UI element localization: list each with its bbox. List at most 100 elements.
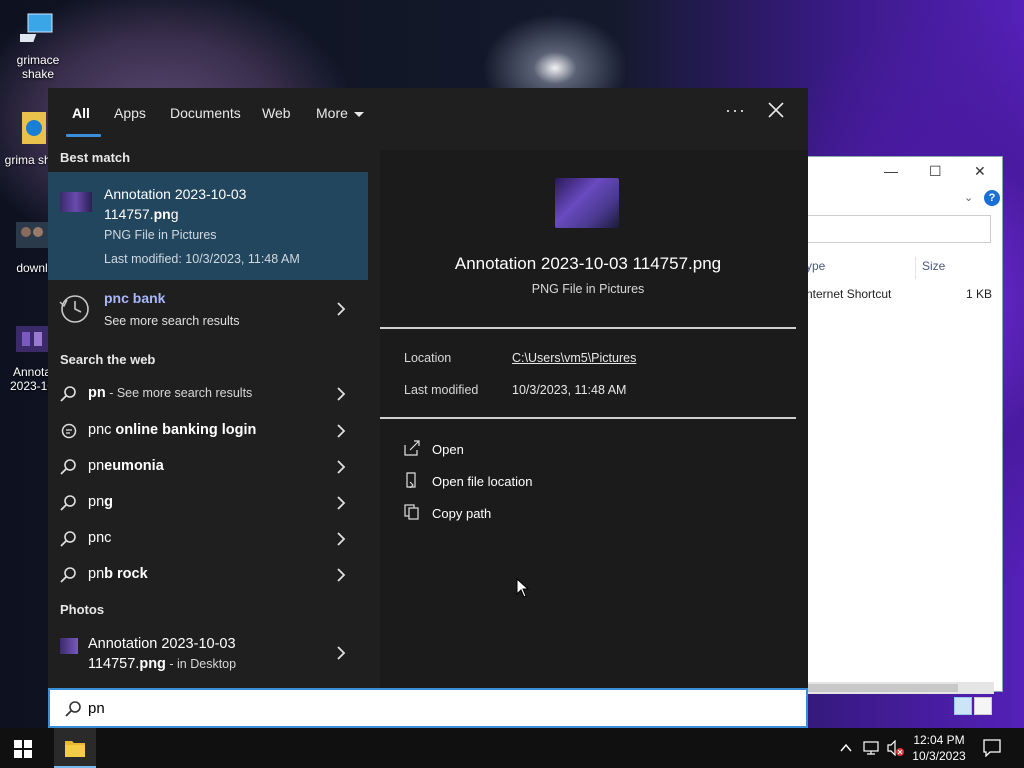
search-icon [60, 459, 76, 475]
maximize-icon[interactable]: ☐ [929, 163, 942, 180]
web-suggestion-row[interactable]: pneumonia [48, 449, 368, 485]
search-icon [60, 386, 76, 402]
history-icon [59, 295, 89, 323]
copy-path-action[interactable]: Copy path [404, 502, 604, 526]
file-size-cell: 1 KB [965, 287, 992, 301]
best-match-title-line2-post: g [170, 206, 179, 222]
web-suggestion-suffix: - See more search results [105, 386, 253, 400]
scrollbar-thumb[interactable] [808, 684, 958, 692]
search-tabs: All Apps Documents Web More ··· [48, 88, 808, 138]
photo-result-item[interactable]: Annotation 2023-10-03 114757.png - in De… [48, 630, 368, 680]
history-search-rest: bank [128, 290, 166, 306]
computer-icon [11, 13, 53, 42]
chevron-right-icon[interactable] [336, 302, 346, 316]
modified-value: 10/3/2023, 11:48 AM [512, 383, 627, 397]
web-suggestion-row[interactable]: png [48, 485, 368, 521]
history-search-item[interactable]: pnc bank See more search results [48, 284, 368, 336]
horizontal-scrollbar[interactable] [808, 682, 994, 694]
clock-time: 12:04 PM [913, 733, 965, 747]
explorer-search-input[interactable] [808, 215, 991, 243]
file-explorer-window[interactable]: — ☐ ✕ ⌄ ? ype Size nternet Shortcut 1 KB [806, 156, 1003, 715]
results-list: Best match Annotation 2023-10-03 114757.… [48, 146, 368, 688]
image-icon [16, 326, 48, 352]
tab-web[interactable]: Web [262, 105, 291, 121]
chevron-right-icon[interactable] [336, 387, 346, 401]
folder-location-icon [406, 472, 416, 488]
web-suggestion-text: pnc online banking login [88, 422, 256, 438]
tab-apps[interactable]: Apps [114, 105, 146, 121]
web-suggestion-row[interactable]: pn - See more search results [48, 376, 368, 412]
photo-result-line1: Annotation 2023-10-03 [88, 636, 236, 652]
column-header-size[interactable]: Size [922, 259, 945, 273]
open-file-location-action[interactable]: Open file location [404, 470, 604, 494]
chat-icon [61, 423, 77, 439]
web-suggestion-match: pn [88, 458, 105, 474]
best-match-title-match: pn [153, 206, 171, 222]
chevron-right-icon[interactable] [336, 424, 346, 438]
search-icon [60, 495, 76, 511]
desktop-icon-label: downl [16, 261, 48, 275]
tab-all[interactable]: All [72, 105, 90, 121]
network-icon[interactable] [863, 740, 879, 756]
photos-header: Photos [60, 602, 105, 617]
open-action-label: Open [432, 442, 464, 457]
column-header-type[interactable]: ype [806, 259, 825, 273]
web-suggestion-row[interactable]: pnc [48, 521, 368, 557]
chevron-right-icon[interactable] [336, 532, 346, 546]
web-suggestion-match: pn [88, 385, 106, 401]
desktop-icon-grimace-shake[interactable]: grimace shake [6, 10, 70, 81]
modified-label: Last modified [404, 383, 479, 397]
web-suggestion-text: pn - See more search results [88, 385, 252, 401]
open-action[interactable]: Open [404, 438, 604, 462]
column-divider[interactable] [915, 257, 916, 279]
best-match-modified: Last modified: 10/3/2023, 11:48 AM [104, 252, 300, 266]
web-suggestion-text: png [88, 494, 113, 510]
details-view-icon[interactable] [954, 697, 972, 715]
volume-muted-icon[interactable] [887, 740, 905, 756]
tab-more[interactable]: More [316, 105, 364, 121]
open-file-location-label: Open file location [432, 474, 533, 489]
web-suggestion-text: pneumonia [88, 458, 164, 474]
explorer-titlebar[interactable]: — ☐ ✕ [808, 157, 1002, 187]
close-icon[interactable] [766, 100, 786, 120]
chevron-right-icon[interactable] [336, 646, 346, 660]
location-label: Location [404, 351, 452, 365]
chevron-down-icon[interactable]: ⌄ [964, 191, 973, 204]
image-file-icon [60, 192, 92, 212]
best-match-title: Annotation 2023-10-03 114757.png [104, 184, 344, 224]
notification-icon[interactable] [983, 739, 1001, 757]
taskbar: 12:04 PM 10/3/2023 [0, 728, 1024, 768]
more-options-icon[interactable]: ··· [725, 100, 746, 121]
close-icon[interactable]: ✕ [974, 163, 986, 180]
photo-result-match: png [139, 656, 166, 672]
tab-documents[interactable]: Documents [170, 105, 241, 121]
location-link[interactable]: C:\Users\vm5\Pictures [512, 351, 636, 365]
web-suggestion-rest: eumonia [104, 458, 164, 474]
search-input[interactable]: pn [48, 688, 808, 728]
preview-title: Annotation 2023-10-03 114757.png [454, 254, 722, 273]
folder-icon [65, 741, 85, 757]
chevron-right-icon[interactable] [336, 460, 346, 474]
chevron-up-icon[interactable] [840, 742, 852, 754]
large-icons-view-icon[interactable] [974, 697, 992, 715]
chevron-down-icon [353, 111, 364, 117]
chevron-right-icon[interactable] [336, 568, 346, 582]
file-explorer-taskbar-button[interactable] [54, 728, 96, 768]
windows-start-icon[interactable] [14, 740, 32, 758]
view-buttons [954, 697, 996, 717]
photo-result-suffix: - in Desktop [165, 657, 237, 671]
web-suggestion-row[interactable]: pnc online banking login [48, 413, 368, 449]
minimize-icon[interactable]: — [884, 163, 898, 179]
help-icon[interactable]: ? [984, 190, 1000, 206]
web-suggestion-text: pnb rock [88, 566, 148, 582]
divider [380, 327, 796, 329]
photo-result-line2-pre: 114757. [88, 656, 140, 672]
web-suggestion-match: pnc [88, 530, 112, 546]
best-match-item[interactable]: Annotation 2023-10-03 114757.png PNG Fil… [48, 172, 368, 280]
copy-icon [404, 504, 419, 520]
web-suggestion-row[interactable]: pnb rock [48, 557, 368, 593]
web-suggestion-match: pn [88, 494, 105, 510]
taskbar-clock[interactable]: 12:04 PM 10/3/2023 [908, 732, 970, 764]
search-icon [65, 701, 81, 717]
chevron-right-icon[interactable] [336, 496, 346, 510]
